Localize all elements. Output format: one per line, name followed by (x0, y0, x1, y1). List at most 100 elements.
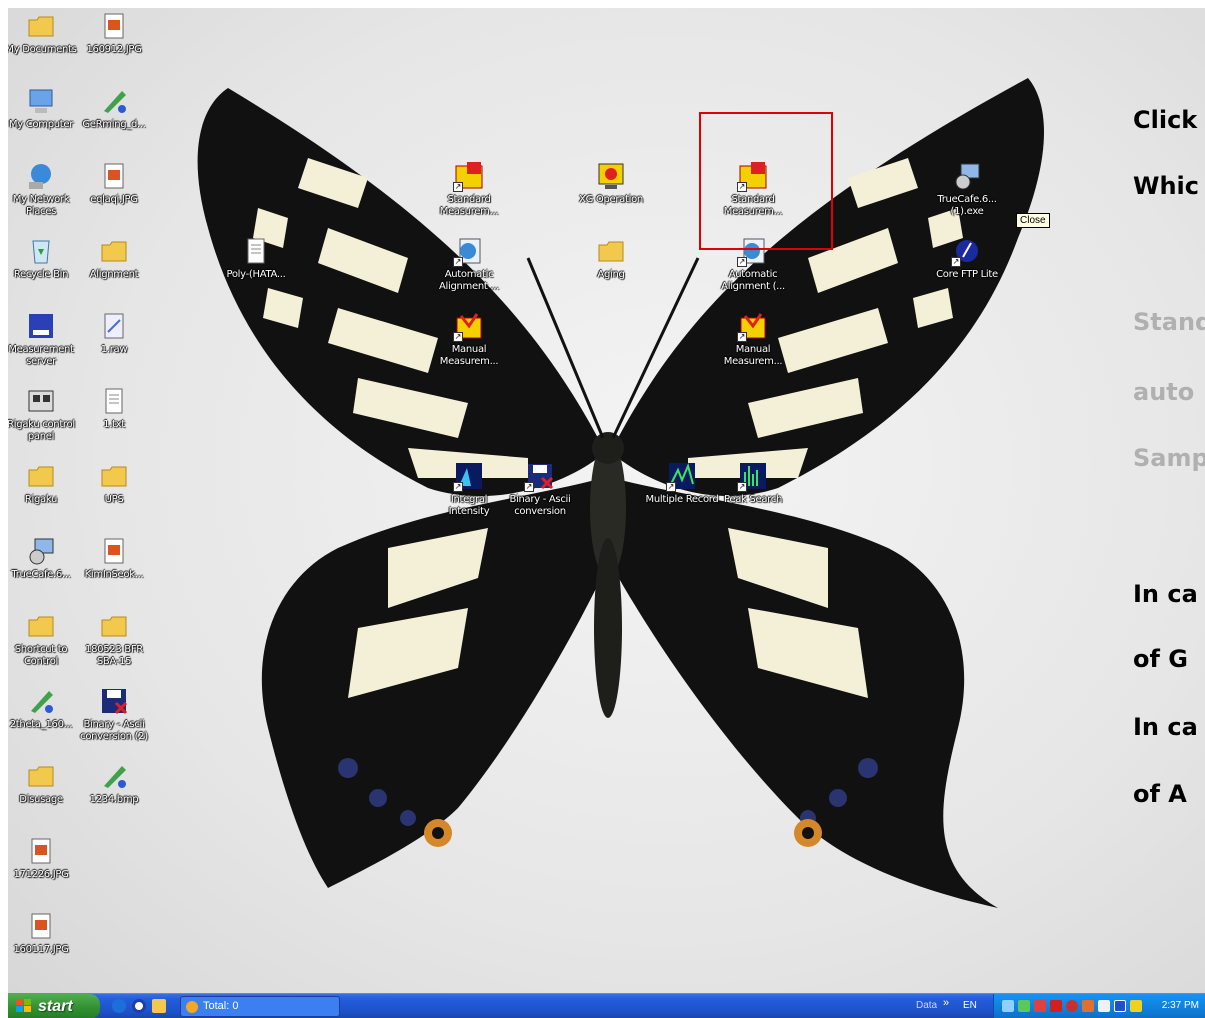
monitor-tray-icon[interactable] (1130, 1000, 1142, 1012)
desktop-icon-label: eqlaqi.JPG (90, 194, 138, 205)
folder-icon (25, 460, 57, 492)
desktop-icon-truecafe-6[interactable]: TrueCafe.6... (8, 535, 79, 581)
tool-tray-icon[interactable] (1082, 1000, 1094, 1012)
taskbar-item-total[interactable]: Total: 0 (180, 996, 340, 1017)
jpg-file-icon (98, 160, 130, 192)
desktop-icon-label: Poly-(HATA... (226, 269, 286, 280)
desktop-icon-label: Automatic Alignment ... (438, 269, 500, 292)
desktop-icon-alignment[interactable]: Alignment (76, 235, 152, 281)
desktop-icon-label: My Network Places (12, 194, 70, 217)
desktop-icon-measurement-server[interactable]: Measurement server (8, 310, 79, 368)
security-tray-icon[interactable] (1066, 1000, 1078, 1012)
desktop-icon-label: 1.txt (103, 419, 125, 430)
desktop-icon-label: My Documents (8, 44, 77, 55)
start-button[interactable]: start (8, 994, 100, 1018)
desktop-icon-rigaku-control-panel[interactable]: Rigaku control panel (8, 385, 79, 443)
close-tooltip: Close (1016, 213, 1050, 228)
desktop-icon-label: Binary - Ascii conversion (509, 494, 571, 517)
jpg-file-icon (98, 535, 130, 567)
multi-chart-icon: ↗ (666, 460, 698, 492)
desktop-icon-truecafe-exe[interactable]: TrueCafe.6... (1).exe (929, 160, 1005, 218)
desktop-icon-180523-bfr[interactable]: 180523 BFR SBA-15 (76, 610, 152, 668)
desktop-icon-aging[interactable]: Aging (573, 235, 649, 281)
desktop-icon-160117-jpg[interactable]: 160117.JPG (8, 910, 79, 956)
desktop-icon-automatic-alignment-1[interactable]: ↗ Automatic Alignment ... (431, 235, 507, 293)
desktop-icon-my-computer[interactable]: My Computer (8, 85, 79, 131)
clock[interactable]: 2:37 PM (1162, 1000, 1199, 1011)
desktop-icon-160912-jpg[interactable]: 160912.JPG (76, 10, 152, 56)
ie-icon[interactable] (112, 999, 126, 1013)
folder-icon (25, 760, 57, 792)
play-tray-icon[interactable] (1114, 1000, 1126, 1012)
desktop-icon-label: GeRming_d... (82, 119, 146, 130)
hand-tray-icon[interactable] (1098, 1000, 1110, 1012)
standard-measurement-icon: ↗ (453, 160, 485, 192)
instruction-line: In ca (1133, 713, 1198, 741)
desktop-icon-multiple-record[interactable]: ↗ Multiple Record (644, 460, 720, 506)
desktop-icon-2theta-160[interactable]: 2theta_160... (8, 685, 79, 731)
k-tray-icon[interactable] (1050, 1000, 1062, 1012)
desktop-icon-label: 1234.bmp (89, 794, 139, 805)
desktop-icon-shortcut-to-control[interactable]: Shortcut to Control (8, 610, 79, 668)
desktop-icon-core-ftp-lite[interactable]: ↗ Core FTP Lite (929, 235, 1005, 281)
desktop-icon-my-documents[interactable]: My Documents (8, 10, 79, 56)
desktop-icon-manual-measurement-1[interactable]: ↗ Manual Measurem... (431, 310, 507, 368)
desktop-icon-binary-ascii[interactable]: ↗ Binary - Ascii conversion (502, 460, 578, 518)
desktop-icon-171226-jpg[interactable]: 171226.JPG (8, 835, 79, 881)
show-desktop-icon[interactable] (152, 999, 166, 1013)
instruction-line: Click (1133, 106, 1198, 134)
desktop-icon-label: 2theta_160... (9, 719, 73, 730)
desktop-icon-ups[interactable]: UPS (76, 460, 152, 506)
desktop-icon-label: 1.raw (100, 344, 128, 355)
radiation-icon (595, 160, 627, 192)
help-icon[interactable] (132, 999, 146, 1013)
desktop-icon-1-raw[interactable]: 1.raw (76, 310, 152, 356)
desktop-icon-1234-bmp[interactable]: 1234.bmp (76, 760, 152, 806)
desktop-icon-label: Standard Measurem... (439, 194, 499, 217)
desktop-icon-xg-operation[interactable]: XG Operation (573, 160, 649, 206)
desktop-icon-rigaku[interactable]: Rigaku (8, 460, 79, 506)
desktop-icon-binary-ascii-2[interactable]: Binary - Ascii conversion (2) (76, 685, 152, 743)
desktop-icon-germing[interactable]: GeRming_d... (76, 85, 152, 131)
desktop-icon-label: Automatic Alignment (... (721, 269, 785, 292)
desktop-icon-kiminseok[interactable]: KimInSeok... (76, 535, 152, 581)
shortcut-arrow-icon: ↗ (666, 482, 676, 492)
desktop-icon-label: My Computer (8, 119, 74, 130)
desktop-icon-disusage[interactable]: Disusage (8, 760, 79, 806)
desktop-icon-label: 171226.JPG (13, 869, 69, 880)
instruction-line: In ca (1133, 580, 1198, 608)
language-indicator[interactable]: EN (963, 1000, 977, 1011)
desktop-icon-label: Manual Measurem... (723, 344, 783, 367)
ftp-icon: ↗ (951, 235, 983, 267)
desktop-icon-peak-search[interactable]: ↗ Peak Search (715, 460, 791, 506)
desktop-icon-label: Disusage (19, 794, 63, 805)
desktop-icon-manual-measurement-2[interactable]: ↗ Manual Measurem... (715, 310, 791, 368)
recycle-bin-icon (25, 235, 57, 267)
chevron-right-icon[interactable]: » (943, 997, 949, 1009)
desktop-icon-recycle-bin[interactable]: Recycle Bin (8, 235, 79, 281)
desktop-icon-label: Integral Intensity (448, 494, 490, 517)
desktop-icon-eqlaqi-jpg[interactable]: eqlaqi.JPG (76, 160, 152, 206)
network-tray-icon[interactable] (1002, 1000, 1014, 1012)
desktop-icon-poly-hata[interactable]: Poly-(HATA... (218, 235, 294, 281)
instruction-line: Whic (1133, 172, 1200, 200)
butterfly-wallpaper (197, 78, 1045, 908)
shortcut-arrow-icon: ↗ (453, 182, 463, 192)
data-toolbar-label[interactable]: Data (916, 1000, 937, 1011)
desktop-icon-label: Rigaku control panel (8, 419, 75, 442)
desktop-icon-label: Peak Search (724, 494, 782, 505)
taskbar-item-label: Total: 0 (203, 1000, 239, 1012)
alert-tray-icon[interactable] (1034, 1000, 1046, 1012)
jpg-file-icon (25, 835, 57, 867)
jpg-file-icon (98, 10, 130, 42)
shortcut-arrow-icon: ↗ (737, 257, 747, 267)
user-tray-icon[interactable] (1018, 1000, 1030, 1012)
desktop-icon-label: KimInSeok... (84, 569, 144, 580)
computer-icon (25, 85, 57, 117)
desktop-icon-my-network-places[interactable]: My Network Places (8, 160, 79, 218)
server-icon (25, 310, 57, 342)
desktop-icon-1-txt[interactable]: 1.txt (76, 385, 152, 431)
desktop-icon-integral-intensity[interactable]: ↗ Integral Intensity (431, 460, 507, 518)
instruction-line: Samp (1133, 444, 1205, 472)
desktop-icon-standard-measurement-1[interactable]: ↗ Standard Measurem... (431, 160, 507, 218)
